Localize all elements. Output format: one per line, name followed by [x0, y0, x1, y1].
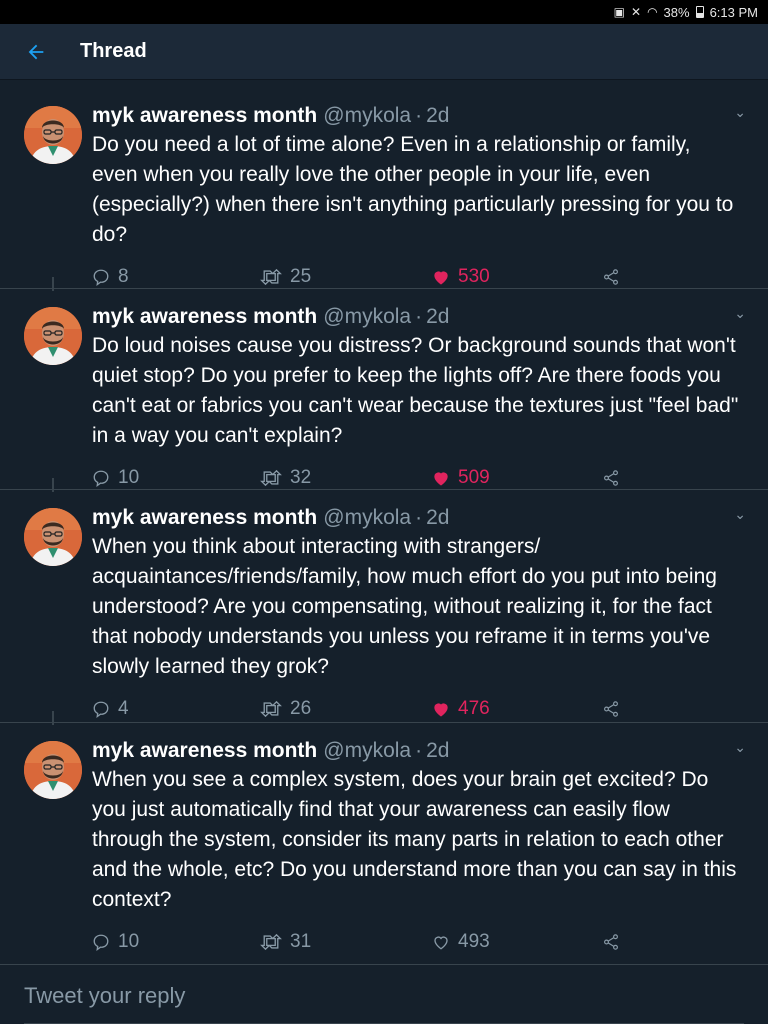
like-button[interactable]: 476 [432, 698, 602, 720]
retweet-icon [260, 933, 282, 951]
heart-icon [434, 703, 448, 717]
like-count: 493 [458, 931, 490, 952]
avatar[interactable] [24, 508, 82, 566]
back-button[interactable] [12, 28, 60, 76]
reply-icon [93, 934, 109, 951]
like-count: 476 [458, 698, 490, 719]
retweet-icon [260, 469, 282, 487]
retweet-count: 31 [290, 931, 312, 952]
reply-button[interactable]: 10 [92, 931, 260, 953]
separator-dot: · [415, 104, 423, 127]
retweet-button[interactable]: 26 [260, 698, 432, 720]
share-icon [604, 934, 618, 950]
tweet[interactable]: ⌄ myk awareness month @mykola · 2d When … [0, 711, 768, 955]
thread-connector-line [52, 478, 54, 492]
avatar[interactable] [24, 741, 82, 799]
thread-list: ⌄ myk awareness month @mykola · 2d Do yo… [0, 88, 768, 955]
battery-percent: 38% [663, 4, 690, 20]
tweet[interactable]: ⌄ myk awareness month @mykola · 2d Do lo… [0, 277, 768, 489]
user-handle: @mykola [323, 739, 412, 762]
reply-input[interactable]: Tweet your reply [24, 983, 744, 1024]
retweet-icon [260, 700, 282, 718]
thread-connector-line [52, 277, 54, 291]
top-app-bar: Thread [0, 24, 768, 80]
like-button[interactable]: 493 [432, 931, 602, 953]
separator-dot: · [415, 506, 423, 529]
retweet-count: 32 [290, 467, 312, 488]
reply-count: 8 [118, 266, 129, 287]
arrow-left-icon [28, 44, 44, 59]
tweet-text: When you see a complex system, does your… [92, 768, 737, 911]
like-count: 509 [458, 467, 490, 488]
reply-icon [93, 269, 109, 286]
reply-icon [93, 701, 109, 718]
share-button[interactable] [602, 933, 620, 951]
battery-icon [695, 6, 704, 18]
reply-count: 10 [118, 931, 140, 952]
clock: 6:13 PM [709, 4, 758, 20]
thread-connector-line [52, 711, 54, 725]
display-name[interactable]: myk awareness month [92, 303, 317, 331]
heart-icon [434, 271, 448, 285]
like-button[interactable]: 530 [432, 266, 602, 288]
separator-dot: · [415, 305, 423, 328]
display-name[interactable]: myk awareness month [92, 737, 317, 765]
share-button[interactable] [602, 268, 620, 286]
retweet-icon [260, 268, 282, 286]
chevron-down-icon[interactable]: ⌄ [734, 305, 746, 322]
page-title: Thread [80, 40, 147, 62]
timestamp[interactable]: 2d [426, 737, 449, 765]
reply-count: 10 [118, 467, 140, 488]
reply-icon [93, 470, 109, 487]
user-handle: @mykola [323, 506, 412, 529]
avatar[interactable] [24, 106, 82, 164]
display-name[interactable]: myk awareness month [92, 102, 317, 130]
status-bar: ▣ ✕ ◠ 38% 6:13 PM [0, 0, 768, 24]
heart-icon [434, 472, 448, 486]
timestamp[interactable]: 2d [426, 303, 449, 331]
tweet[interactable]: ⌄ myk awareness month @mykola · 2d When … [0, 478, 768, 722]
reply-button[interactable]: 8 [92, 266, 260, 288]
user-handle: @mykola [323, 305, 412, 328]
separator-dot: · [415, 739, 423, 762]
sim-icon: ▣ [613, 5, 625, 19]
reply-button[interactable]: 10 [92, 467, 260, 489]
reply-composer: Tweet your reply [0, 964, 768, 1024]
like-button[interactable]: 509 [432, 467, 602, 489]
retweet-button[interactable]: 25 [260, 266, 432, 288]
tweet-header: myk awareness month @mykola · 2d [92, 723, 740, 765]
tweet-text: When you think about interacting with st… [92, 535, 717, 678]
tweet[interactable]: ⌄ myk awareness month @mykola · 2d Do yo… [0, 88, 768, 288]
heart-icon [434, 936, 448, 950]
share-button[interactable] [602, 469, 620, 487]
tweet-header: myk awareness month @mykola · 2d [92, 289, 740, 331]
mute-icon: ✕ [631, 5, 642, 19]
share-icon [604, 470, 618, 486]
like-count: 530 [458, 266, 490, 287]
tweet-actions: 10 31 493 [92, 921, 740, 963]
retweet-count: 26 [290, 698, 312, 719]
reply-button[interactable]: 4 [92, 698, 260, 720]
chevron-down-icon[interactable]: ⌄ [734, 104, 746, 121]
timestamp[interactable]: 2d [426, 102, 449, 130]
tweet-text: Do loud noises cause you distress? Or ba… [92, 334, 739, 447]
chevron-down-icon[interactable]: ⌄ [734, 506, 746, 523]
share-icon [604, 269, 618, 285]
share-icon [604, 701, 618, 717]
display-name[interactable]: myk awareness month [92, 504, 317, 532]
retweet-button[interactable]: 32 [260, 467, 432, 489]
tweet-text: Do you need a lot of time alone? Even in… [92, 133, 734, 246]
wifi-icon: ◠ [647, 5, 658, 19]
tweet-header: myk awareness month @mykola · 2d [92, 490, 740, 532]
avatar[interactable] [24, 307, 82, 365]
retweet-count: 25 [290, 266, 312, 287]
user-handle: @mykola [323, 104, 412, 127]
chevron-down-icon[interactable]: ⌄ [734, 739, 746, 756]
timestamp[interactable]: 2d [426, 504, 449, 532]
reply-count: 4 [118, 698, 129, 719]
share-button[interactable] [602, 700, 620, 718]
retweet-button[interactable]: 31 [260, 931, 432, 953]
tweet-header: myk awareness month @mykola · 2d [92, 88, 740, 130]
